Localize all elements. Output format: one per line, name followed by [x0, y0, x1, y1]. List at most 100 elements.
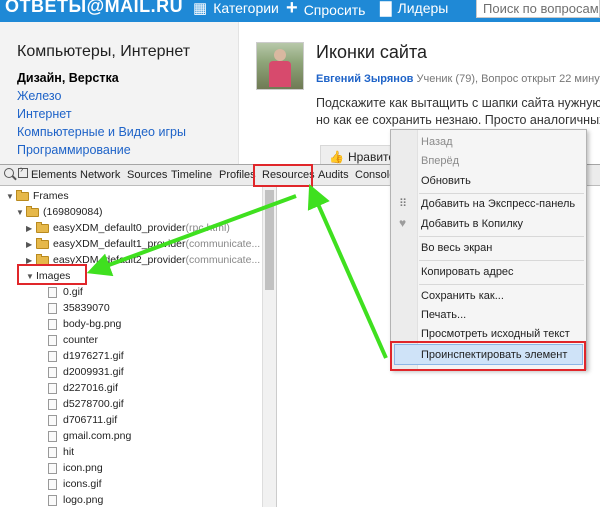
tab-sources[interactable]: Sources: [127, 169, 167, 181]
tree-item-file[interactable]: 0.gif: [48, 284, 83, 300]
nav-ask[interactable]: + Спросить: [286, 0, 365, 20]
tab-profiles[interactable]: Profiles: [219, 169, 256, 181]
tab-elements[interactable]: Elements: [31, 169, 77, 181]
menu-item-add-to-piggybank[interactable]: Добавить в Копилку: [421, 218, 523, 230]
tree-scrollbar[interactable]: [262, 186, 276, 507]
category-item-programming[interactable]: Программирование: [17, 141, 186, 159]
heart-icon: ♥: [399, 216, 407, 230]
file-icon: [48, 478, 57, 490]
tree-item-file[interactable]: icon.png: [48, 460, 103, 476]
file-icon: [48, 318, 57, 330]
people-icon: ▇: [380, 0, 392, 17]
menu-item-speed-dial[interactable]: Добавить на Экспресс-панель: [421, 198, 575, 210]
file-icon: [48, 430, 57, 442]
tree-item-file[interactable]: d5278700.gif: [48, 396, 124, 412]
annotation-box-resources-tab: [253, 164, 313, 187]
question-body: Подскажите как вытащить с шапки сайта ну…: [316, 95, 600, 129]
tree-item-file[interactable]: 35839070: [48, 300, 110, 316]
console-drawer-icon[interactable]: [18, 164, 28, 178]
menu-separator: [419, 193, 584, 194]
menu-item-save-as[interactable]: Сохранить как...: [421, 290, 504, 302]
tree-item-file[interactable]: logo.png: [48, 492, 103, 507]
menu-separator: [419, 236, 584, 237]
question-title: Иконки сайта: [316, 42, 428, 62]
menu-item-print[interactable]: Печать...: [421, 309, 466, 321]
tree-label: body-bg.png: [63, 318, 122, 330]
question-meta: Евгений Зырянов Ученик (79), Вопрос откр…: [316, 73, 600, 85]
tree-label: easyXDM_default0_provider: [53, 222, 186, 234]
category-item-internet[interactable]: Интернет: [17, 105, 186, 123]
expand-arrow-icon[interactable]: ▶: [26, 240, 36, 249]
resources-tree: ▼ Frames ▼ (169809084) ▶ easyXDM_default…: [0, 186, 262, 507]
file-icon: [48, 350, 57, 362]
tab-audits[interactable]: Audits: [318, 169, 349, 181]
file-icon: [48, 446, 57, 458]
expand-arrow-icon[interactable]: ▼: [6, 192, 16, 201]
file-icon: [48, 462, 57, 474]
nav-leaders[interactable]: ▇ Лидеры: [380, 0, 448, 17]
annotation-box-images-folder: [17, 264, 87, 285]
expand-arrow-icon[interactable]: ▶: [26, 224, 36, 233]
tree-item-frames[interactable]: ▼ Frames: [6, 188, 69, 204]
context-menu-icon-column: [391, 130, 418, 369]
avatar[interactable]: [256, 42, 304, 90]
scrollbar-thumb[interactable]: [265, 190, 274, 290]
file-icon: [48, 414, 57, 426]
annotation-box-inspect-element: [390, 341, 586, 371]
nav-label: Спросить: [303, 1, 366, 18]
tree-label: 35839070: [63, 302, 110, 314]
menu-item-fullscreen[interactable]: Во весь экран: [421, 242, 492, 254]
menu-item-view-source[interactable]: Просмотреть исходный текст: [421, 328, 570, 340]
folder-icon: [36, 237, 49, 249]
tree-item-file[interactable]: gmail.com.png: [48, 428, 131, 444]
question-body-line: Подскажите как вытащить с шапки сайта ну…: [316, 96, 600, 110]
author-link[interactable]: Евгений Зырянов: [316, 73, 413, 85]
plus-icon: +: [286, 0, 298, 19]
tree-label: d706711.gif: [63, 414, 118, 426]
category-item-design[interactable]: Дизайн, Верстка: [17, 69, 186, 87]
context-menu: Назад Вперёд Обновить ⠿ Добавить на Эксп…: [390, 129, 587, 370]
tree-item-file[interactable]: d227016.gif: [48, 380, 118, 396]
file-icon: [48, 302, 57, 314]
file-icon: [48, 494, 57, 506]
menu-item-reload[interactable]: Обновить: [421, 175, 471, 187]
file-icon: [48, 398, 57, 410]
expand-arrow-icon[interactable]: ▼: [16, 208, 26, 217]
tree-label: icon.png: [63, 462, 103, 474]
tree-item-provider[interactable]: ▶ easyXDM_default1_provider (communicate…: [26, 236, 260, 252]
category-item-hardware[interactable]: Железо: [17, 87, 186, 105]
tree-label: easyXDM_default1_provider: [53, 238, 186, 250]
tree-item-file[interactable]: icons.gif: [48, 476, 102, 492]
avatar-body: [269, 61, 291, 87]
search-input[interactable]: Поиск по вопросам: [476, 0, 600, 18]
tree-item-file[interactable]: d706711.gif: [48, 412, 117, 428]
nav-label: Категории: [213, 0, 279, 16]
tree-label: d5278700.gif: [63, 398, 124, 410]
tree-item-provider[interactable]: ▶ easyXDM_default0_provider (rpc.html): [26, 220, 230, 236]
question-body-line: но как ее сохранить незнаю. Просто анало…: [316, 113, 600, 127]
nav-label: Лидеры: [397, 0, 449, 16]
tree-item-file[interactable]: d2009931.gif: [48, 364, 124, 380]
tree-label: Frames: [33, 190, 69, 202]
tree-label: gmail.com.png: [63, 430, 132, 442]
tree-item-file[interactable]: d1976271.gif: [48, 348, 124, 364]
search-icon[interactable]: [4, 168, 14, 178]
menu-item-back[interactable]: Назад: [421, 136, 453, 148]
grid-dots-icon: ⠿: [399, 198, 408, 210]
folder-icon: [26, 205, 39, 217]
tree-item-file[interactable]: hit: [48, 444, 74, 460]
menu-item-forward[interactable]: Вперёд: [421, 155, 459, 167]
tab-network[interactable]: Network: [80, 169, 120, 181]
tree-label: d227016.gif: [63, 382, 118, 394]
tab-timeline[interactable]: Timeline: [171, 169, 212, 181]
site-logo[interactable]: ОТВЕТЫ@MAIL.RU: [5, 0, 183, 17]
nav-categories[interactable]: ▦ Категории: [193, 0, 279, 17]
site-header: ОТВЕТЫ@MAIL.RU ▦ Категории + Спросить ▇ …: [0, 0, 600, 22]
tree-item-frame[interactable]: ▼ (169809084): [16, 204, 103, 220]
menu-separator: [419, 260, 584, 261]
screenshot: ОТВЕТЫ@MAIL.RU ▦ Категории + Спросить ▇ …: [0, 0, 600, 507]
category-item-games[interactable]: Компьютерные и Видео игры: [17, 123, 186, 141]
menu-item-copy-address[interactable]: Копировать адрес: [421, 266, 514, 278]
tree-item-file[interactable]: counter: [48, 332, 98, 348]
tree-item-file[interactable]: body-bg.png: [48, 316, 121, 332]
